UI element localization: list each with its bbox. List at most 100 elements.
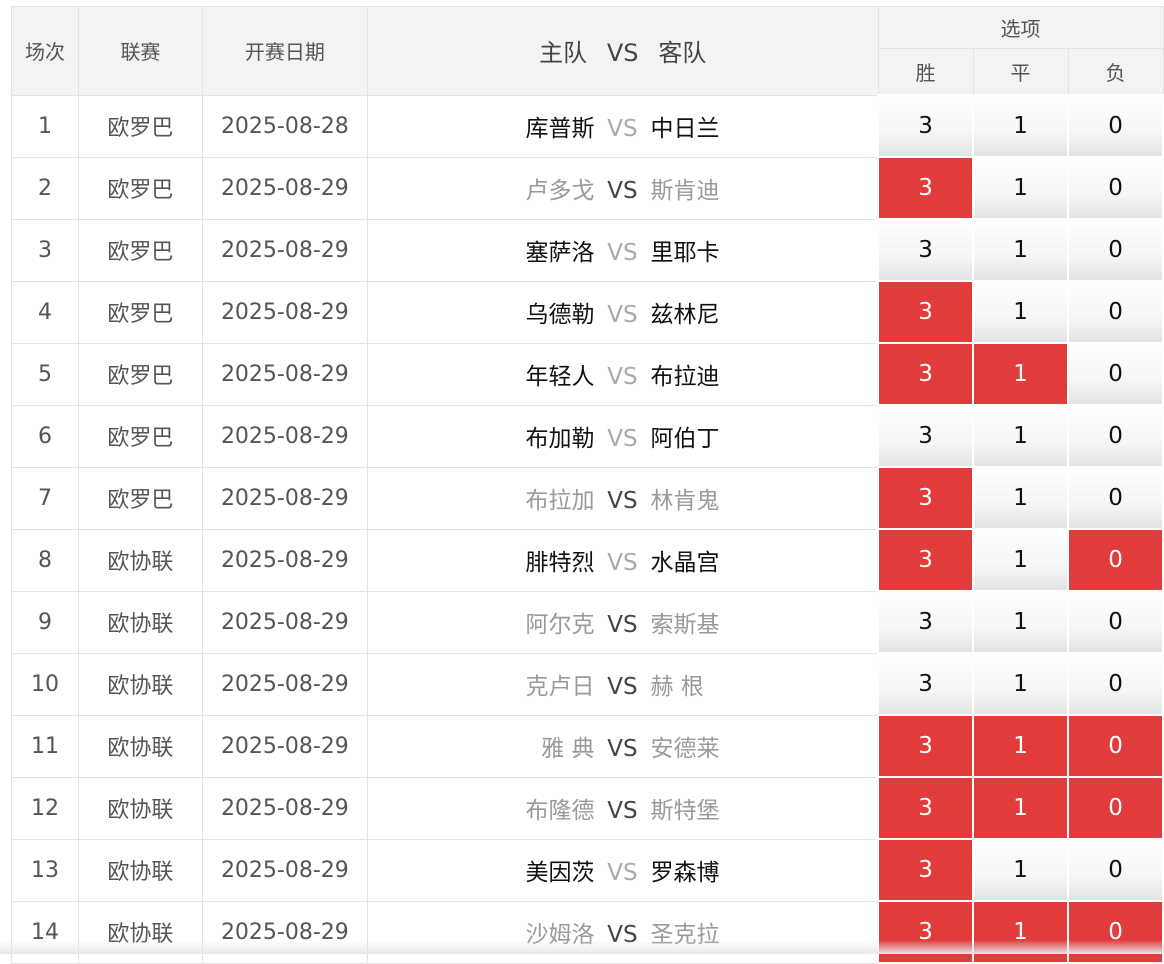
away-team: 斯肯迪	[650, 178, 720, 204]
option-win-button[interactable]: 3	[877, 94, 975, 158]
match-date: 2025-08-29	[201, 280, 368, 344]
option-win-button[interactable]: 3	[877, 590, 975, 654]
table-row: 11 欧协联 2025-08-29 雅 典 VS 安德莱 3 1 0	[11, 714, 1164, 778]
teams-cell: 乌德勒 VS 兹林尼	[366, 280, 879, 344]
option-draw-button[interactable]: 1	[972, 404, 1070, 468]
teams-cell: 塞萨洛 VS 里耶卡	[366, 218, 879, 282]
match-date: 2025-08-29	[201, 776, 368, 840]
match-date: 2025-08-29	[201, 652, 368, 716]
option-lose-button[interactable]: 0	[1067, 280, 1164, 344]
match-no: 9	[11, 590, 79, 654]
away-team: 罗森博	[650, 860, 720, 886]
match-no: 4	[11, 280, 79, 344]
match-no: 10	[11, 652, 79, 716]
header-home: 主队	[539, 39, 588, 68]
league: 欧协联	[77, 714, 203, 778]
vs-label: VS	[607, 240, 638, 266]
match-date: 2025-08-29	[201, 218, 368, 282]
header-away: 客队	[658, 39, 707, 68]
match-no: 5	[11, 342, 79, 406]
header-match-no: 场次	[11, 6, 79, 96]
teams-cell: 美因茨 VS 罗森博	[366, 838, 879, 902]
league: 欧协联	[77, 776, 203, 840]
vs-label: VS	[607, 116, 638, 142]
option-win-button[interactable]: 3	[877, 342, 975, 406]
away-team: 赫 根	[650, 674, 704, 700]
table-row: 1 欧罗巴 2025-08-28 库普斯 VS 中日兰 3 1 0	[11, 94, 1164, 158]
league: 欧罗巴	[77, 94, 203, 158]
match-no: 3	[11, 218, 79, 282]
option-draw-button[interactable]: 1	[972, 94, 1070, 158]
option-draw-button[interactable]: 1	[972, 466, 1070, 530]
option-win-button[interactable]: 3	[877, 280, 975, 344]
option-lose-button[interactable]: 0	[1067, 218, 1164, 282]
option-lose-button[interactable]: 0	[1067, 528, 1164, 592]
option-lose-button[interactable]: 0	[1067, 342, 1164, 406]
option-win-button[interactable]: 3	[877, 466, 975, 530]
option-win-button[interactable]: 3	[877, 218, 975, 282]
header-league: 联赛	[77, 6, 203, 96]
option-draw-button[interactable]: 1	[972, 528, 1070, 592]
option-lose-button[interactable]: 0	[1067, 776, 1164, 840]
option-lose-button[interactable]: 0	[1067, 156, 1164, 220]
match-date: 2025-08-29	[201, 342, 368, 406]
table-row: 3 欧罗巴 2025-08-29 塞萨洛 VS 里耶卡 3 1 0	[11, 218, 1164, 282]
away-team: 布拉迪	[650, 364, 720, 390]
option-draw-button[interactable]: 1	[972, 342, 1070, 406]
option-lose-button[interactable]: 0	[1067, 404, 1164, 468]
option-win-button[interactable]: 3	[877, 838, 975, 902]
header-vs: VS	[606, 39, 639, 68]
option-draw-button[interactable]: 1	[972, 652, 1070, 716]
option-lose-button[interactable]: 0	[1067, 714, 1164, 778]
match-date: 2025-08-29	[201, 590, 368, 654]
teams-cell: 雅 典 VS 安德莱	[366, 714, 879, 778]
teams-cell: 布拉加 VS 林肯鬼	[366, 466, 879, 530]
bottom-fade	[0, 940, 1164, 954]
header-date: 开赛日期	[201, 6, 368, 96]
header-opt-lose: 负	[1067, 48, 1164, 96]
vs-label: VS	[607, 860, 638, 886]
option-lose-button[interactable]: 0	[1067, 94, 1164, 158]
away-team: 索斯基	[650, 612, 720, 638]
league: 欧协联	[77, 590, 203, 654]
teams-cell: 年轻人 VS 布拉迪	[366, 342, 879, 406]
option-draw-button[interactable]: 1	[972, 776, 1070, 840]
option-win-button[interactable]: 3	[877, 652, 975, 716]
option-win-button[interactable]: 3	[877, 776, 975, 840]
option-win-button[interactable]: 3	[877, 404, 975, 468]
match-no: 2	[11, 156, 79, 220]
option-draw-button[interactable]: 1	[972, 590, 1070, 654]
header-opt-win: 胜	[877, 48, 974, 96]
match-no: 8	[11, 528, 79, 592]
match-no: 1	[11, 94, 79, 158]
league: 欧罗巴	[77, 156, 203, 220]
option-draw-button[interactable]: 1	[972, 156, 1070, 220]
table-row: 2 欧罗巴 2025-08-29 卢多戈 VS 斯肯迪 3 1 0	[11, 156, 1164, 220]
vs-label: VS	[607, 178, 638, 204]
table-row: 4 欧罗巴 2025-08-29 乌德勒 VS 兹林尼 3 1 0	[11, 280, 1164, 344]
home-team: 年轻人	[525, 364, 595, 390]
option-draw-button[interactable]: 1	[972, 218, 1070, 282]
match-date: 2025-08-29	[201, 528, 368, 592]
match-no: 13	[11, 838, 79, 902]
league: 欧协联	[77, 838, 203, 902]
league: 欧罗巴	[77, 404, 203, 468]
home-team: 塞萨洛	[525, 240, 595, 266]
option-draw-button[interactable]: 1	[972, 714, 1070, 778]
home-team: 雅 典	[541, 736, 595, 762]
option-win-button[interactable]: 3	[877, 528, 975, 592]
option-win-button[interactable]: 3	[877, 714, 975, 778]
league: 欧协联	[77, 528, 203, 592]
option-lose-button[interactable]: 0	[1067, 466, 1164, 530]
teams-cell: 卢多戈 VS 斯肯迪	[366, 156, 879, 220]
option-lose-button[interactable]: 0	[1067, 590, 1164, 654]
option-win-button[interactable]: 3	[877, 156, 975, 220]
vs-label: VS	[607, 612, 638, 638]
option-lose-button[interactable]: 0	[1067, 838, 1164, 902]
match-date: 2025-08-29	[201, 466, 368, 530]
vs-label: VS	[607, 674, 638, 700]
table-row: 7 欧罗巴 2025-08-29 布拉加 VS 林肯鬼 3 1 0	[11, 466, 1164, 530]
option-draw-button[interactable]: 1	[972, 838, 1070, 902]
option-lose-button[interactable]: 0	[1067, 652, 1164, 716]
option-draw-button[interactable]: 1	[972, 280, 1070, 344]
